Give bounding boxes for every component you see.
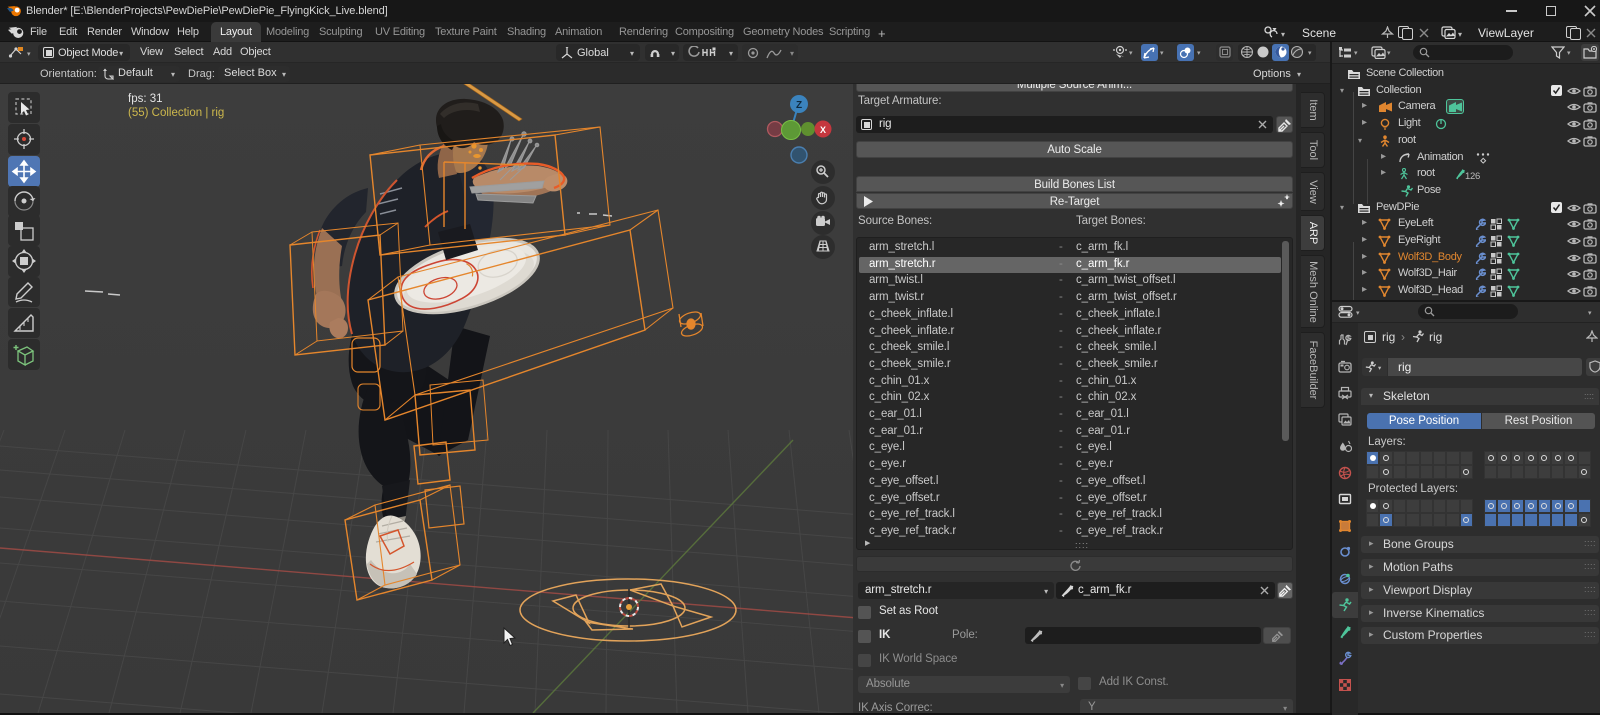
svg-text:Z: Z [796,100,802,111]
svg-text:X: X [820,125,826,135]
